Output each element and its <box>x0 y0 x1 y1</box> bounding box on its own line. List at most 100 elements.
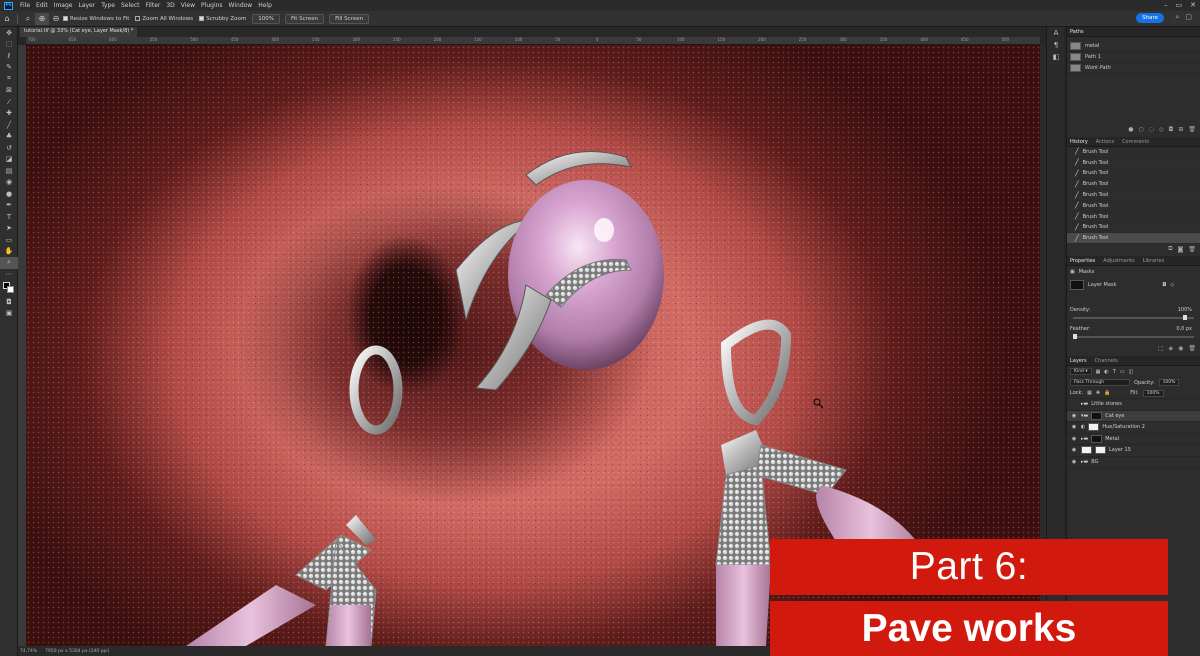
zoom-tool-icon[interactable]: ⌕ <box>21 13 35 25</box>
tab-libraries[interactable]: Libraries <box>1143 258 1165 264</box>
quick-select-tool-icon[interactable]: ✎ <box>0 62 18 74</box>
layer-row[interactable]: ◉ Layer 15 <box>1067 445 1200 457</box>
menu-window[interactable]: Window <box>226 2 256 9</box>
zoom-level[interactable]: 74,74% <box>20 649 37 654</box>
menu-view[interactable]: View <box>178 2 198 9</box>
gradient-tool-icon[interactable]: ▤ <box>0 165 18 177</box>
select-vector-mask-icon[interactable]: ◇ <box>1170 282 1174 288</box>
color-swatches[interactable] <box>0 280 18 296</box>
document-tab[interactable]: tutorial.tif @ 33% (Cat eye, Layer Mask/… <box>20 27 138 37</box>
glyphs-icon[interactable]: ◧ <box>1047 51 1065 63</box>
tab-layers[interactable]: Layers <box>1070 358 1087 364</box>
density-value[interactable]: 100% <box>1178 307 1192 313</box>
history-item[interactable]: ╱ Brush Tool <box>1067 179 1200 191</box>
dodge-tool-icon[interactable]: ● <box>0 188 18 200</box>
eyedropper-tool-icon[interactable]: ⁄ <box>0 96 18 108</box>
move-tool-icon[interactable]: ✥ <box>0 27 18 39</box>
share-button[interactable]: Share <box>1136 13 1164 23</box>
quick-mask-icon[interactable]: ◘ <box>0 296 18 308</box>
search-icon[interactable]: ⌕ <box>1175 13 1179 22</box>
more-tools-icon[interactable]: ⋯ <box>0 269 18 281</box>
lasso-tool-icon[interactable]: ℓ <box>0 50 18 62</box>
scrubby-zoom-checkbox[interactable]: Scrubby Zoom <box>199 16 246 22</box>
history-item[interactable]: ╱ Brush Tool <box>1067 158 1200 169</box>
menu-type[interactable]: Type <box>98 2 118 9</box>
trash-icon[interactable]: 🗑 <box>1188 246 1196 253</box>
eye-icon[interactable]: ◉ <box>1070 413 1078 419</box>
stroke-path-icon[interactable]: ○ <box>1138 126 1143 133</box>
workspace-icon[interactable]: ▢ <box>1185 13 1192 22</box>
shape-tool-icon[interactable]: ▭ <box>0 234 18 246</box>
apply-mask-icon[interactable]: ◈ <box>1169 345 1174 352</box>
layer-row[interactable]: ◉ ▸▬ Metal <box>1067 434 1200 446</box>
tab-channels[interactable]: Channels <box>1095 358 1118 364</box>
fill-screen-button[interactable]: Fill Screen <box>329 13 370 24</box>
tab-properties[interactable]: Properties <box>1070 258 1095 264</box>
eye-icon[interactable]: ◉ <box>1070 447 1078 453</box>
kind-filter-select[interactable]: Kind ▾ <box>1070 368 1092 376</box>
marquee-tool-icon[interactable]: ⬚ <box>0 39 18 51</box>
history-item[interactable]: ╱ Brush Tool <box>1067 201 1200 212</box>
path-select-tool-icon[interactable]: ➤ <box>0 223 18 235</box>
maximize-icon[interactable]: ▭ <box>1176 1 1183 9</box>
feather-value[interactable]: 0,0 px <box>1176 326 1192 332</box>
filter-smart-icon[interactable]: ◫ <box>1129 369 1134 375</box>
eraser-tool-icon[interactable]: ◪ <box>0 154 18 166</box>
eye-icon[interactable]: ◉ <box>1070 459 1078 465</box>
history-item[interactable]: ╱ Brush Tool <box>1067 212 1200 223</box>
filter-type-icon[interactable]: T <box>1113 369 1116 375</box>
tab-paths[interactable]: Paths <box>1070 29 1084 35</box>
new-path-icon[interactable]: ⊞ <box>1178 126 1183 133</box>
menu-help[interactable]: Help <box>255 2 275 9</box>
path-item-work[interactable]: Work Path <box>1067 63 1200 74</box>
zoom-all-checkbox[interactable]: Zoom All Windows <box>135 16 193 22</box>
trash-icon[interactable]: 🗑 <box>1188 126 1196 133</box>
paragraph-icon[interactable]: ¶ <box>1047 39 1065 51</box>
menu-select[interactable]: Select <box>118 2 143 9</box>
filter-shape-icon[interactable]: ▭ <box>1120 369 1125 375</box>
zoom-tool-icon[interactable]: ⌕ <box>0 257 18 269</box>
fill-input[interactable]: 100% <box>1142 389 1164 397</box>
tab-adjustments[interactable]: Adjustments <box>1103 258 1134 264</box>
opacity-input[interactable]: 100% <box>1158 379 1180 387</box>
menu-layer[interactable]: Layer <box>75 2 98 9</box>
background-color-icon[interactable] <box>7 286 14 293</box>
snapshot-icon[interactable]: ◙ <box>1178 246 1184 253</box>
lock-pixels-icon[interactable]: ▦ <box>1087 390 1092 396</box>
crop-tool-icon[interactable]: ⌗ <box>0 73 18 85</box>
clone-stamp-tool-icon[interactable]: ♣ <box>0 131 18 143</box>
layer-row[interactable]: ◉ ▾▬ Cat eye <box>1067 410 1200 423</box>
path-item-path1[interactable]: Path 1 <box>1067 52 1200 63</box>
visibility-icon[interactable]: ◉ <box>1178 345 1183 352</box>
menu-3d[interactable]: 3D <box>163 2 177 9</box>
pen-tool-icon[interactable]: ✒ <box>0 200 18 212</box>
load-selection-icon[interactable]: ⬚ <box>1158 345 1164 352</box>
menu-image[interactable]: Image <box>51 2 76 9</box>
hand-tool-icon[interactable]: ✋ <box>0 246 18 258</box>
density-slider[interactable] <box>1073 315 1194 321</box>
lock-position-icon[interactable]: ✥ <box>1096 390 1100 396</box>
feather-slider[interactable] <box>1073 334 1194 340</box>
filter-adjustment-icon[interactable]: ◐ <box>1104 369 1108 375</box>
zoom-in-icon[interactable]: ⊕ <box>35 12 49 25</box>
blend-mode-select[interactable]: Pass Through <box>1070 379 1130 387</box>
home-icon[interactable]: ⌂ <box>0 13 14 25</box>
feather-slider-handle[interactable] <box>1073 334 1077 340</box>
tab-comments[interactable]: Comments <box>1122 139 1149 145</box>
select-pixel-mask-icon[interactable]: ◘ <box>1162 282 1166 288</box>
character-icon[interactable]: A <box>1047 27 1065 39</box>
history-item[interactable]: ╱ Brush Tool <box>1067 147 1200 158</box>
trash-icon[interactable]: 🗑 <box>1188 345 1196 352</box>
layer-row[interactable]: ◉ ◐ Hue/Saturation 2 <box>1067 422 1200 434</box>
history-item-current[interactable]: ╱ Brush Tool <box>1067 233 1200 245</box>
brush-tool-icon[interactable]: ╱ <box>0 119 18 131</box>
frame-tool-icon[interactable]: ⊠ <box>0 85 18 97</box>
fit-screen-button[interactable]: Fit Screen <box>284 13 325 24</box>
path-item-metal[interactable]: metal <box>1067 41 1200 52</box>
history-item[interactable]: ╱ Brush Tool <box>1067 169 1200 180</box>
screen-mode-icon[interactable]: ▣ <box>0 308 18 320</box>
history-brush-tool-icon[interactable]: ↺ <box>0 142 18 154</box>
menu-plugins[interactable]: Plugins <box>198 2 226 9</box>
history-item[interactable]: ╱ Brush Tool <box>1067 223 1200 234</box>
make-path-icon[interactable]: ◇ <box>1159 126 1164 133</box>
